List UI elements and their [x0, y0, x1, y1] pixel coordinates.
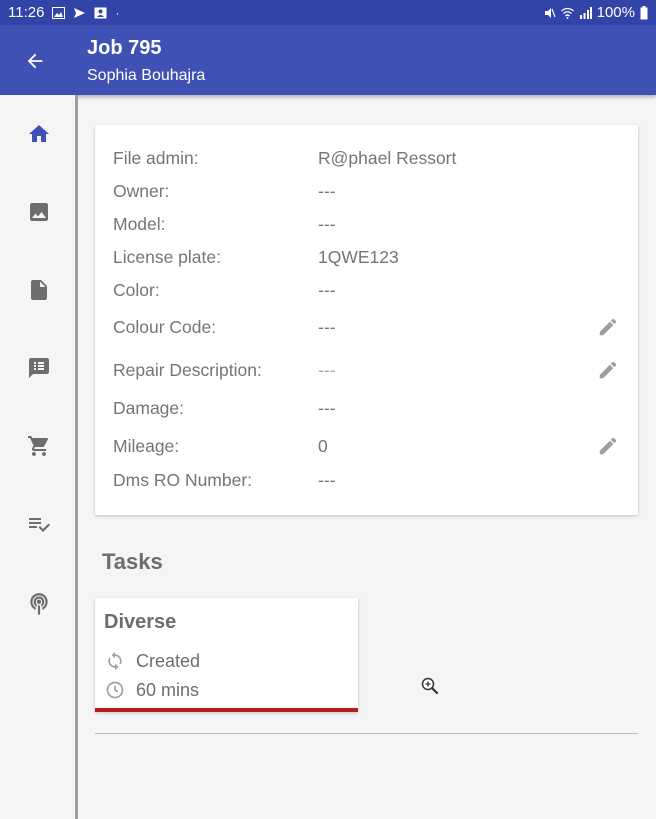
- info-row-model: Model: ---: [113, 214, 623, 240]
- pencil-icon: [599, 318, 617, 336]
- home-icon: [29, 125, 49, 142]
- task-status: Created: [104, 650, 200, 672]
- info-row-colour-code: Colour Code: ---: [113, 317, 623, 343]
- info-label: Colour Code:: [113, 317, 217, 337]
- info-value: R@phael Ressort: [318, 148, 457, 168]
- sync-icon: [108, 651, 122, 671]
- info-label: Dms RO Number:: [113, 470, 253, 490]
- divider: [95, 733, 638, 734]
- info-label: Damage:: [113, 398, 185, 418]
- nav-cart[interactable]: [24, 431, 54, 461]
- info-value: ---: [318, 181, 336, 201]
- task-duration-text: 60 mins: [136, 679, 200, 700]
- page-subtitle: Sophia Bouhajra: [87, 67, 206, 84]
- info-row-file-admin: File admin: R@phael Ressort: [113, 148, 623, 174]
- info-row-mileage: Mileage: 0: [113, 436, 623, 462]
- podcast-icon: [30, 593, 48, 615]
- send-icon: [74, 7, 86, 18]
- info-row-dms-ro-number: Dms RO Number: ---: [113, 470, 623, 496]
- info-row-damage: Damage: ---: [113, 398, 623, 424]
- info-value: 0: [318, 436, 328, 456]
- signal-icon: [579, 6, 592, 19]
- wifi-icon: [560, 7, 574, 19]
- info-label: Model:: [113, 214, 166, 234]
- info-row-repair-description: Repair Description: ---: [113, 360, 623, 386]
- zoom-cursor-icon: [421, 677, 439, 695]
- message-icon: [29, 358, 49, 378]
- arrow-back-icon: [27, 53, 43, 69]
- pencil-icon: [599, 361, 617, 379]
- nav-messages[interactable]: [24, 353, 54, 383]
- side-navigation: [0, 95, 78, 819]
- info-value: ---: [318, 398, 336, 418]
- task-status-text: Created: [136, 650, 201, 671]
- info-label: License plate:: [113, 247, 221, 267]
- info-value: ---: [318, 317, 336, 337]
- contact-icon: [94, 7, 107, 18]
- info-label: Owner:: [113, 181, 170, 201]
- nav-documents[interactable]: [24, 275, 54, 305]
- mute-icon: [544, 7, 556, 18]
- nav-podcast[interactable]: [24, 589, 54, 619]
- main-content: File admin: R@phael Ressort Owner: --- M…: [78, 95, 656, 819]
- task-duration: 60 mins: [104, 679, 199, 701]
- tasks-heading: Tasks: [102, 549, 163, 574]
- back-button[interactable]: [22, 48, 48, 74]
- info-value: ---: [318, 360, 336, 380]
- nav-checklist[interactable]: [24, 509, 54, 539]
- dot-icon: ·: [115, 5, 120, 20]
- info-row-license-plate: License plate: 1QWE123: [113, 247, 623, 273]
- app-bar: Job 795 Sophia Bouhajra: [0, 25, 656, 95]
- info-value: ---: [318, 470, 336, 490]
- edit-mileage-button[interactable]: [595, 433, 621, 459]
- info-row-color: Color: ---: [113, 280, 623, 306]
- info-label: Repair Description:: [113, 360, 262, 380]
- pencil-icon: [599, 437, 617, 455]
- image-icon: [30, 203, 48, 221]
- info-value: ---: [318, 214, 336, 234]
- checklist-icon: [29, 518, 50, 532]
- info-value: ---: [318, 280, 336, 300]
- task-title: Diverse: [104, 611, 177, 633]
- cart-icon: [28, 436, 49, 456]
- gallery-icon: [52, 6, 66, 19]
- document-icon: [31, 280, 47, 300]
- battery-icon: [640, 5, 648, 19]
- nav-home[interactable]: [24, 119, 54, 149]
- info-label: Mileage:: [113, 436, 180, 456]
- clock-icon: [106, 681, 124, 699]
- nav-images[interactable]: [24, 197, 54, 227]
- status-time: 11:26: [8, 4, 45, 21]
- edit-repair-description-button[interactable]: [595, 357, 621, 383]
- edit-colour-code-button[interactable]: [595, 314, 621, 340]
- info-value: 1QWE123: [318, 247, 399, 267]
- info-label: Color:: [113, 280, 160, 300]
- status-bar: 11:26 · 100%: [0, 0, 656, 25]
- battery-percent: 100%: [596, 4, 635, 21]
- info-row-owner: Owner: ---: [113, 181, 623, 207]
- info-label: File admin:: [113, 148, 199, 168]
- page-title: Job 795: [87, 37, 162, 59]
- task-card[interactable]: Diverse Created 60 mins: [95, 598, 358, 712]
- job-info-card: File admin: R@phael Ressort Owner: --- M…: [95, 125, 638, 515]
